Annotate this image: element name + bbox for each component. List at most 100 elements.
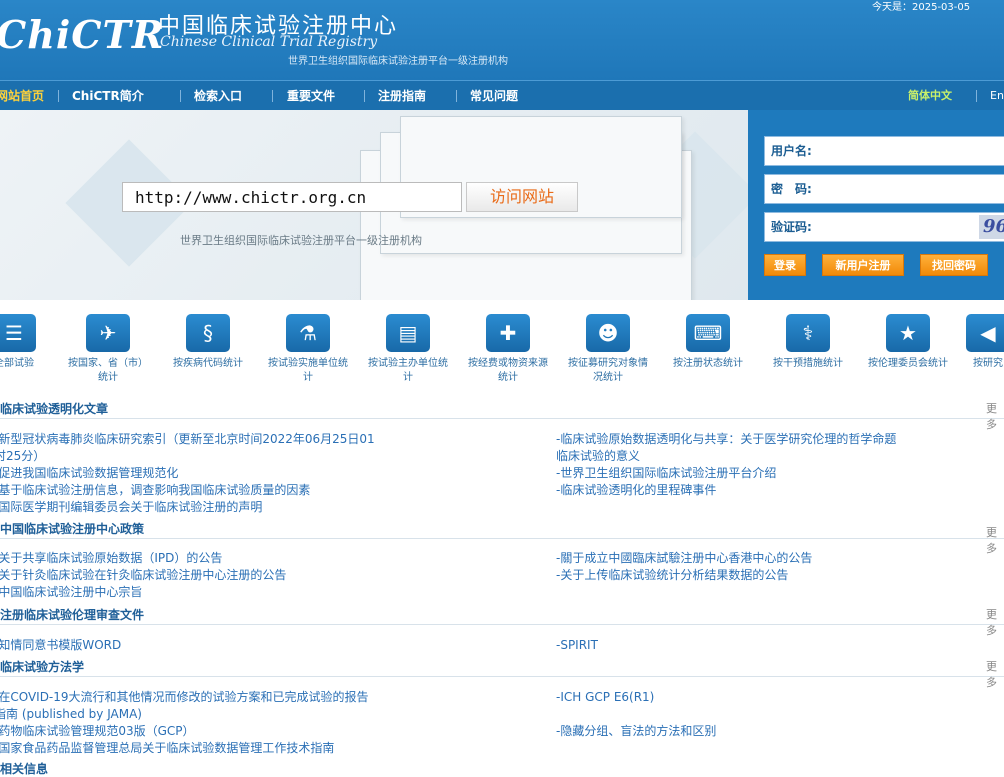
- nav-home[interactable]: 网站首页: [0, 81, 44, 111]
- nav-about[interactable]: ChiCTR简介: [72, 81, 144, 111]
- more-link[interactable]: 更多: [986, 658, 1004, 690]
- article-link[interactable]: -隐藏分组、盲法的方法和区别: [556, 723, 716, 740]
- nav-faq[interactable]: 常见问题: [470, 81, 518, 111]
- section-title: 注册临床试验伦理审查文件: [0, 608, 145, 622]
- banner: http://www.chictr.org.cn 访问网站 世界卫生组织国际临床…: [0, 110, 748, 300]
- nav-divider: [58, 90, 59, 102]
- stat-label: 按伦理委员会统计: [868, 358, 948, 369]
- article-link[interactable]: -临床试验原始数据透明化与共享：关于医学研究伦理的哲学命题: [556, 431, 896, 448]
- statistics-icon-row: ☰ 全部试验 ✈ 按国家、省（市）统计 § 按疾病代码统计 ⚗ 按试验实施单位统…: [0, 300, 1004, 396]
- password-input[interactable]: [825, 178, 999, 202]
- nav-guide[interactable]: 注册指南: [378, 81, 426, 111]
- article-link[interactable]: -药物临床试验管理规范03版（GCP）: [0, 723, 195, 740]
- article-link[interactable]: -SPIRIT: [556, 637, 598, 654]
- more-link[interactable]: 更多: [986, 400, 1004, 432]
- url-display: http://www.chictr.org.cn: [122, 182, 462, 212]
- article-link[interactable]: -关于针灸临床试验在针灸临床试验注册中心注册的公告: [0, 567, 286, 584]
- stat-by-institution[interactable]: ⚗ 按试验实施单位统计: [258, 314, 358, 385]
- article-link[interactable]: -关于上传临床试验统计分析结果数据的公告: [556, 567, 788, 584]
- article-link[interactable]: 指南 (published by JAMA): [0, 706, 142, 723]
- dna-icon: §: [186, 314, 230, 352]
- article-link[interactable]: -世界卫生组织国际临床试验注册平台介绍: [556, 465, 776, 482]
- stat-by-funding[interactable]: ✚ 按经费或物资来源统计: [458, 314, 558, 385]
- article-link[interactable]: -知情同意书模版WORD: [0, 637, 121, 654]
- section-title: 临床试验透明化文章: [0, 402, 109, 416]
- section-header: 临床试验方法学 更多: [0, 656, 1004, 689]
- site-title-en: Chinese Clinical Trial Registry: [160, 34, 378, 50]
- lang-english[interactable]: En: [990, 81, 1004, 111]
- stat-label: 按干预措施统计: [773, 358, 843, 369]
- login-button[interactable]: 登录: [764, 254, 806, 276]
- article-link[interactable]: -促进我国临床试验数据管理规范化: [0, 465, 178, 482]
- stat-by-disease[interactable]: § 按疾病代码统计: [158, 314, 258, 371]
- stat-label: 按征募研究对象情况统计: [568, 358, 648, 383]
- register-button[interactable]: 新用户注册: [822, 254, 904, 276]
- stat-by-sponsor[interactable]: ▤ 按试验主办单位统计: [358, 314, 458, 385]
- people-icon: ☻: [586, 314, 630, 352]
- section-title: 中国临床试验注册中心政策: [0, 522, 145, 536]
- stat-label: 按国家、省（市）统计: [68, 358, 148, 383]
- article-link[interactable]: -關于成立中國臨床試驗注册中心香港中心的公告: [556, 550, 812, 567]
- flask-icon: ⚗: [286, 314, 330, 352]
- more-link[interactable]: 更多: [986, 606, 1004, 638]
- section-title: 相关信息: [0, 762, 49, 776]
- stat-label: 按经费或物资来源统计: [468, 358, 548, 383]
- login-panel: 用户名: 密 码: 验证码: 969 登录 新用户注册 找回密码: [748, 110, 1004, 300]
- stat-label: 全部试验: [0, 358, 34, 369]
- banner-caption: 世界卫生组织国际临床试验注册平台一级注册机构: [180, 234, 422, 247]
- study-icon: ◀: [966, 314, 1004, 352]
- article-link[interactable]: -关于共享临床试验原始数据（IPD）的公告: [0, 550, 222, 567]
- password-label: 密 码:: [771, 182, 812, 196]
- visit-site-button[interactable]: 访问网站: [466, 182, 578, 212]
- captcha-label: 验证码:: [771, 220, 812, 234]
- lang-chinese[interactable]: 简体中文: [908, 81, 952, 111]
- stat-by-intervention[interactable]: ⚕ 按干预措施统计: [758, 314, 858, 371]
- username-input[interactable]: [825, 140, 999, 164]
- article-link[interactable]: -临床试验透明化的里程碑事件: [556, 482, 716, 499]
- list-icon: ☰: [0, 314, 36, 352]
- stat-all-trials[interactable]: ☰ 全部试验: [0, 314, 64, 371]
- article-link[interactable]: -基于临床试验注册信息，调查影响我国临床试验质量的因素: [0, 482, 310, 499]
- password-field[interactable]: 密 码:: [764, 174, 1004, 204]
- nav-documents[interactable]: 重要文件: [287, 81, 335, 111]
- stethoscope-icon: ⚕: [786, 314, 830, 352]
- forgot-password-button[interactable]: 找回密码: [920, 254, 988, 276]
- stat-label: 按试验实施单位统计: [268, 358, 348, 383]
- stat-by-recruitment[interactable]: ☻ 按征募研究对象情况统计: [558, 314, 658, 385]
- status-icon: ⌨: [686, 314, 730, 352]
- article-link[interactable]: -中国临床试验注册中心宗旨: [0, 584, 142, 601]
- nav-divider: [976, 90, 977, 102]
- main-nav: 网站首页 ChiCTR简介 检索入口 重要文件 注册指南 常见问题 简体中文 E…: [0, 80, 1004, 111]
- stat-label: 按注册状态统计: [673, 358, 743, 369]
- article-link[interactable]: -国家食品药品监督管理总局关于临床试验数据管理工作技术指南: [0, 740, 334, 757]
- today-date: 今天是：2025-03-05: [872, 2, 971, 13]
- article-link[interactable]: 临床试验的意义: [556, 448, 640, 465]
- username-label: 用户名:: [771, 144, 812, 158]
- article-link[interactable]: -在COVID-19大流行和其他情况而修改的试验方案和已完成试验的报告: [0, 689, 369, 706]
- stat-by-ethics[interactable]: ★ 按伦理委员会统计: [858, 314, 958, 371]
- captcha-image[interactable]: 969: [979, 215, 1004, 239]
- captcha-input[interactable]: [825, 216, 969, 240]
- site-subtitle: 世界卫生组织国际临床试验注册平台一级注册机构: [288, 56, 508, 67]
- chictr-logo[interactable]: ChiCTR: [0, 12, 164, 57]
- stat-by-study[interactable]: ◀ 按研究: [958, 314, 1004, 371]
- nav-divider: [456, 90, 457, 102]
- nav-divider: [180, 90, 181, 102]
- article-link[interactable]: 时25分）: [0, 448, 45, 465]
- clipboard-icon: ▤: [386, 314, 430, 352]
- article-link[interactable]: -ICH GCP E6(R1): [556, 689, 654, 706]
- nav-search[interactable]: 检索入口: [194, 81, 242, 111]
- star-icon: ★: [886, 314, 930, 352]
- article-link[interactable]: -新型冠状病毒肺炎临床研究索引（更新至北京时间2022年06月25日01: [0, 431, 375, 448]
- stat-label: 按研究: [973, 358, 1003, 369]
- captcha-field[interactable]: 验证码: 969: [764, 212, 1004, 242]
- stat-by-region[interactable]: ✈ 按国家、省（市）统计: [58, 314, 158, 385]
- more-link[interactable]: 更多: [986, 524, 1004, 556]
- section-header: 临床试验透明化文章 更多: [0, 398, 1004, 431]
- world-map-icon: ✈: [86, 314, 130, 352]
- stat-by-status[interactable]: ⌨ 按注册状态统计: [658, 314, 758, 371]
- stat-label: 按试验主办单位统计: [368, 358, 448, 383]
- nav-divider: [272, 90, 273, 102]
- article-link[interactable]: -国际医学期刊编辑委员会关于临床试验注册的声明: [0, 499, 262, 516]
- username-field[interactable]: 用户名:: [764, 136, 1004, 166]
